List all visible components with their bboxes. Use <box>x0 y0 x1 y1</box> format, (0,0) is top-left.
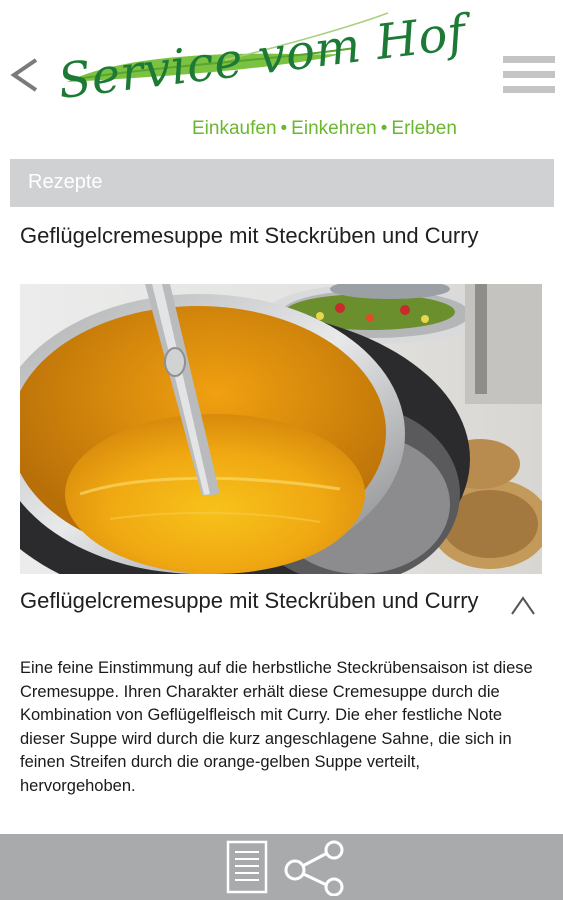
tagline-einkehren: Einkehren <box>291 118 377 139</box>
share-button[interactable] <box>281 840 349 897</box>
tagline-separator: • <box>280 118 288 139</box>
tagline-erleben: Erleben <box>391 118 457 139</box>
hamburger-menu-icon <box>503 56 555 93</box>
recipe-title: Geflügelcremesuppe mit Steckrüben und Cu… <box>20 223 479 248</box>
chevron-left-icon <box>10 58 38 92</box>
document-list-icon <box>226 840 268 894</box>
document-button[interactable] <box>225 840 271 896</box>
recipe-detail-title: Geflügelcremesuppe mit Steckrüben und Cu… <box>20 588 479 613</box>
recipe-description: Eine feine Einstimmung auf die herbstlic… <box>20 659 533 795</box>
tagline-separator: • <box>380 118 388 139</box>
logo-tagline: Einkaufen • Einkehren • Erleben <box>192 118 457 140</box>
tagline-einkaufen: Einkaufen <box>192 118 277 139</box>
recipe-image <box>20 284 542 574</box>
app-header: Service vom Hof Einkaufen • Einkehren • Erle… <box>0 0 563 150</box>
share-icon <box>284 840 344 897</box>
bottom-toolbar <box>0 834 563 900</box>
chevron-up-icon <box>511 596 535 615</box>
logo: Service vom Hof Einkaufen • Einkehren • Erle… <box>55 4 495 145</box>
section-title: Rezepte <box>28 171 103 193</box>
back-button[interactable] <box>8 52 44 98</box>
section-header: Rezepte <box>10 159 554 207</box>
menu-button[interactable] <box>503 52 555 98</box>
collapse-button[interactable] <box>508 592 538 618</box>
soup-tureen-photo <box>20 284 542 574</box>
